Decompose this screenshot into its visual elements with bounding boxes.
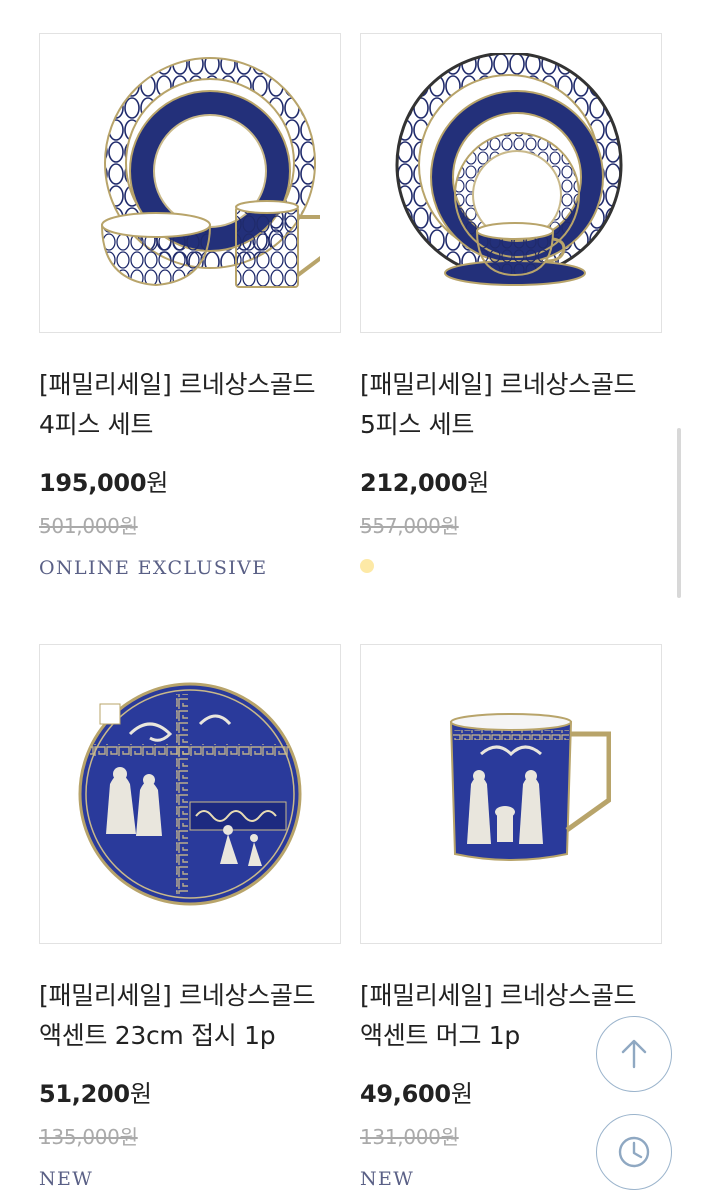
- product-badge: NEW: [39, 1168, 94, 1190]
- product-card[interactable]: [패밀리세일] 르네상스골드 액센트 머그 1p 49,600원 131,000…: [360, 644, 662, 1190]
- clock-icon: [618, 1136, 650, 1168]
- original-price: 557,000원: [360, 514, 459, 538]
- dinnerware-set-image: [100, 57, 320, 288]
- product-badge: ONLINE EXCLUSIVE: [39, 557, 268, 579]
- product-card[interactable]: [패밀리세일] 르네상스골드 5피스 세트 212,000원 557,000원: [360, 33, 662, 573]
- original-price: 135,000원: [39, 1125, 138, 1149]
- sale-price: 195,000원: [39, 469, 168, 497]
- dinnerware-set-image: [395, 53, 623, 286]
- product-title[interactable]: [패밀리세일] 르네상스골드 4피스 세트: [39, 365, 341, 445]
- scrollbar-thumb[interactable]: [677, 428, 681, 598]
- recently-viewed-button[interactable]: [596, 1114, 672, 1190]
- product-image[interactable]: [39, 33, 341, 333]
- product-title[interactable]: [패밀리세일] 르네상스골드 5피스 세트: [360, 365, 662, 445]
- product-title[interactable]: [패밀리세일] 르네상스골드 액센트 23cm 접시 1p: [39, 976, 341, 1056]
- product-grid: [패밀리세일] 르네상스골드 4피스 세트 195,000원 501,000원 …: [0, 0, 701, 1200]
- sale-price: 212,000원: [360, 469, 489, 497]
- accent-plate-image: [78, 682, 302, 906]
- original-price: 501,000원: [39, 514, 138, 538]
- arrow-up-icon: [621, 1039, 647, 1069]
- product-card[interactable]: [패밀리세일] 르네상스골드 액센트 23cm 접시 1p 51,200원 13…: [39, 644, 341, 1190]
- color-swatch[interactable]: [360, 559, 374, 573]
- product-image[interactable]: [360, 644, 662, 944]
- accent-mug-image: [449, 713, 611, 861]
- product-card[interactable]: [패밀리세일] 르네상스골드 4피스 세트 195,000원 501,000원 …: [39, 33, 341, 579]
- sale-price: 51,200원: [39, 1080, 152, 1108]
- scroll-to-top-button[interactable]: [596, 1016, 672, 1092]
- product-image[interactable]: [360, 33, 662, 333]
- product-image[interactable]: [39, 644, 341, 944]
